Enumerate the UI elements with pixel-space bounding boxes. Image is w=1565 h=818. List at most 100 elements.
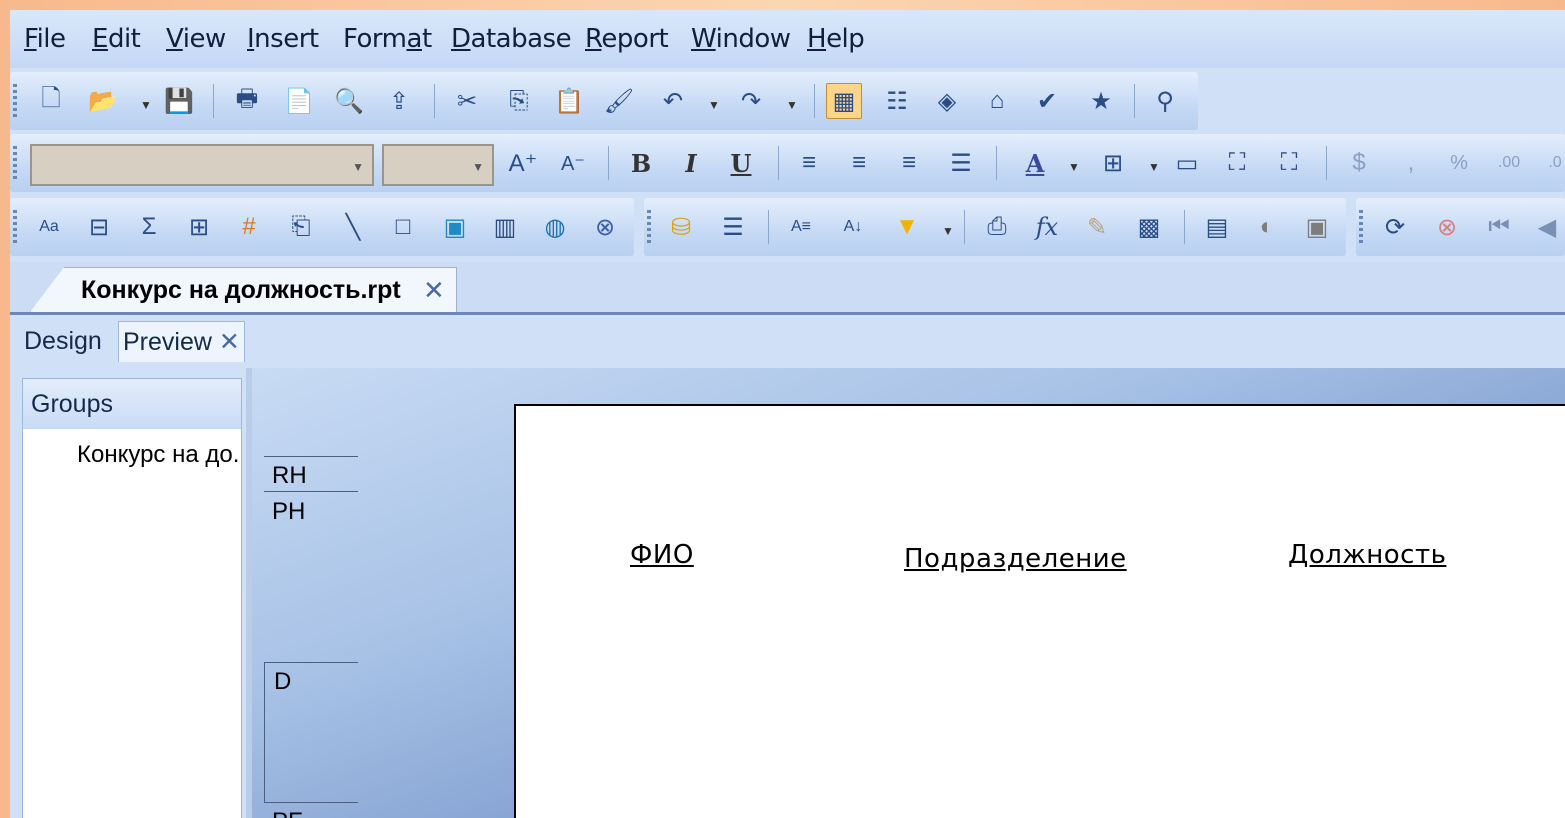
currency-button[interactable]: $ <box>1342 146 1376 180</box>
section-expert-icon[interactable]: ☰ <box>716 210 750 244</box>
flash-icon[interactable]: ⊗ <box>588 210 622 244</box>
chevron-down-icon[interactable]: ▼ <box>708 98 720 112</box>
tab-design[interactable]: Design <box>24 327 102 356</box>
underline-button[interactable]: U <box>724 146 758 180</box>
previous-page-icon[interactable]: ◀ <box>1530 210 1564 244</box>
group-sort-icon[interactable]: A≡ <box>784 210 818 244</box>
template-icon[interactable]: ⎙ <box>980 210 1014 244</box>
formula-icon[interactable]: fx <box>1030 210 1064 244</box>
section-label-d[interactable]: D <box>274 668 291 696</box>
close-icon[interactable]: ✕ <box>423 275 445 306</box>
format-painter-icon[interactable]: 🖌 <box>602 84 636 118</box>
dependency-checker-icon[interactable]: ✔ <box>1030 84 1064 118</box>
olap-grid-icon[interactable]: # <box>232 210 266 244</box>
xml-icon[interactable]: ▣ <box>1300 210 1334 244</box>
picture-icon[interactable]: ▣ <box>438 210 472 244</box>
find-icon[interactable]: ⚲ <box>1148 84 1182 118</box>
align-left-icon[interactable]: ≡ <box>792 146 826 180</box>
align-right-icon[interactable]: ≡ <box>892 146 926 180</box>
column-header-fio[interactable]: ФИО <box>630 540 694 570</box>
menu-database[interactable]: Database <box>451 24 572 54</box>
suppress-icon[interactable]: ▭ <box>1170 146 1204 180</box>
highlight-icon[interactable]: ✎ <box>1080 210 1114 244</box>
font-name-select[interactable]: ▼ <box>30 144 374 186</box>
refresh-icon[interactable]: ⟳ <box>1378 210 1412 244</box>
report-explorer-icon[interactable]: ◈ <box>930 84 964 118</box>
close-icon[interactable]: ✕ <box>219 328 240 356</box>
copy-page-icon[interactable]: 📄 <box>282 84 316 118</box>
export-icon[interactable]: ⇪ <box>382 84 416 118</box>
formula-workshop-icon[interactable]: ▤ <box>1200 210 1234 244</box>
toolbar-grip[interactable] <box>647 210 651 244</box>
field-explorer-icon[interactable]: ☷ <box>880 84 914 118</box>
toolbar-grip[interactable] <box>13 84 17 118</box>
chart-icon[interactable]: ▥ <box>488 210 522 244</box>
workbench-icon[interactable]: ★ <box>1084 84 1118 118</box>
chevron-down-icon[interactable]: ▼ <box>140 98 152 112</box>
menu-format[interactable]: Format <box>343 24 432 54</box>
section-label-pf[interactable]: PF <box>272 808 303 818</box>
subreport-icon[interactable]: ⎗ <box>284 210 318 244</box>
text-object-icon[interactable]: Aa <box>32 210 66 244</box>
percent-button[interactable]: % <box>1442 146 1476 180</box>
toolbar-grip[interactable] <box>13 210 17 244</box>
column-header-department[interactable]: Подразделение <box>904 544 1127 574</box>
menu-file[interactable]: File <box>24 24 66 54</box>
hyperlink-icon[interactable]: ◐ <box>1250 210 1284 244</box>
increase-decimals-icon[interactable]: .00 <box>1492 146 1526 180</box>
menu-help[interactable]: Help <box>807 24 865 54</box>
toggle-field-view-icon[interactable]: ▦ <box>826 83 862 119</box>
justify-icon[interactable]: ☰ <box>944 146 978 180</box>
decrease-decimals-icon[interactable]: .0 <box>1538 146 1565 180</box>
copy-icon[interactable]: ⎘ <box>502 84 536 118</box>
repository-icon[interactable]: ⌂ <box>980 84 1014 118</box>
menu-edit[interactable]: Edit <box>92 24 141 54</box>
database-expert-icon[interactable]: ⛁ <box>664 210 698 244</box>
new-icon[interactable]: 🗋 <box>34 84 68 118</box>
column-header-position[interactable]: Должность <box>1288 540 1446 570</box>
filter-icon[interactable]: ▼ <box>890 210 924 244</box>
menu-window[interactable]: Window <box>691 24 791 54</box>
undo-icon[interactable]: ↶ <box>656 84 690 118</box>
line-icon[interactable]: ╲ <box>336 210 370 244</box>
lock-size-icon[interactable]: ⛶ <box>1272 146 1306 180</box>
decrease-font-icon[interactable]: A⁻ <box>556 146 590 180</box>
borders-icon[interactable]: ⊞ <box>1096 146 1130 180</box>
print-icon[interactable]: 🖶 <box>230 84 264 118</box>
print-preview-icon[interactable]: 🔍 <box>332 84 366 118</box>
group-tree-item[interactable]: Конкурс на до. <box>77 441 239 469</box>
toolbar-grip[interactable] <box>13 146 17 180</box>
chevron-down-icon[interactable]: ▼ <box>786 98 798 112</box>
open-icon[interactable]: 📂 <box>86 84 120 118</box>
thousands-separator-button[interactable]: , <box>1394 146 1428 180</box>
toolbar-grip[interactable] <box>1359 210 1363 244</box>
chevron-down-icon[interactable]: ▼ <box>1148 160 1160 174</box>
paste-icon[interactable]: 📋 <box>552 84 586 118</box>
first-page-icon[interactable]: ⏮ <box>1482 210 1516 244</box>
section-label-rh[interactable]: RH <box>272 462 307 490</box>
menu-insert[interactable]: Insert <box>247 24 319 54</box>
cut-icon[interactable]: ✂ <box>450 84 484 118</box>
map-icon[interactable]: ◍ <box>538 210 572 244</box>
save-icon[interactable]: 💾 <box>162 84 196 118</box>
stop-icon[interactable]: ⊗ <box>1430 210 1464 244</box>
redo-icon[interactable]: ↷ <box>734 84 768 118</box>
menu-report[interactable]: Report <box>585 24 669 54</box>
tab-preview[interactable]: Preview ✕ <box>118 321 245 362</box>
font-size-select[interactable]: ▼ <box>382 144 494 186</box>
chevron-down-icon[interactable]: ▼ <box>942 224 954 238</box>
grid-icon[interactable]: ▩ <box>1132 210 1166 244</box>
italic-button[interactable]: I <box>674 146 708 180</box>
box-icon[interactable]: □ <box>386 210 420 244</box>
menu-view[interactable]: View <box>166 24 226 54</box>
document-tab[interactable]: Конкурс на должность.rpt ✕ <box>30 267 457 312</box>
bold-button[interactable]: B <box>624 146 658 180</box>
section-label-ph[interactable]: PH <box>272 498 305 526</box>
crosstab-icon[interactable]: ⊞ <box>182 210 216 244</box>
group-icon[interactable]: ⊟ <box>82 210 116 244</box>
font-color-button[interactable]: A <box>1018 146 1052 180</box>
lock-format-icon[interactable]: ⛶ <box>1220 146 1254 180</box>
record-sort-icon[interactable]: A↓ <box>836 210 870 244</box>
increase-font-icon[interactable]: A⁺ <box>506 146 540 180</box>
align-center-icon[interactable]: ≡ <box>842 146 876 180</box>
